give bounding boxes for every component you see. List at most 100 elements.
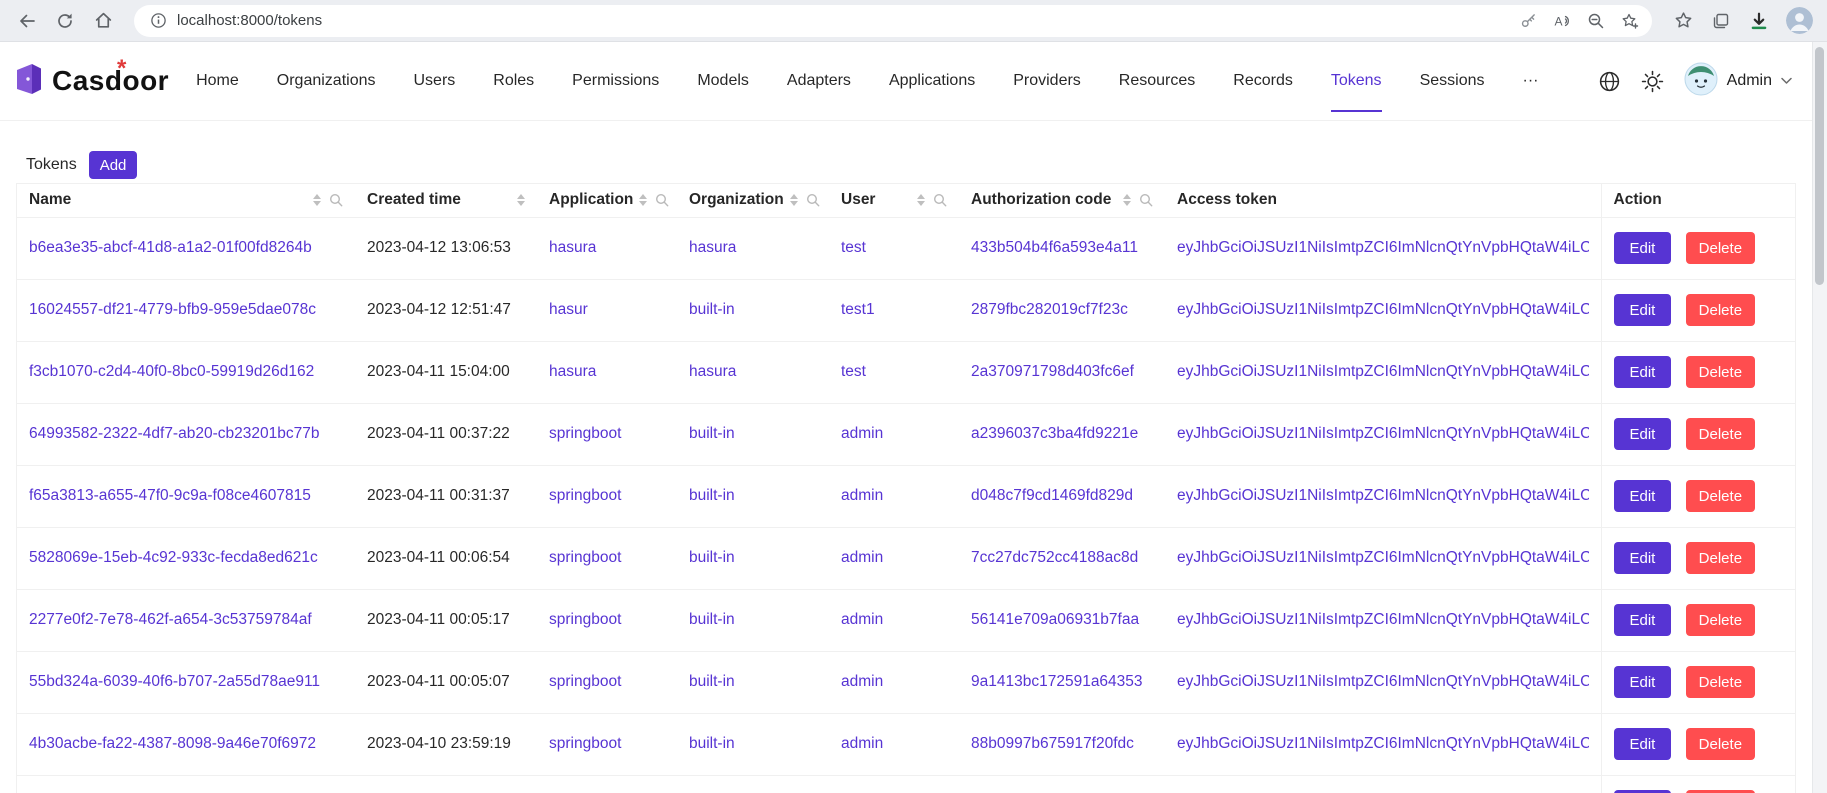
edit-button[interactable]: Edit: [1614, 666, 1672, 698]
token-name-link[interactable]: 16024557-df21-4779-bfb9-959e5dae078c: [29, 301, 316, 318]
token-name-link[interactable]: f3cb1070-c2d4-40f0-8bc0-59919d26d162: [29, 363, 314, 380]
account-menu[interactable]: Admin: [1684, 62, 1792, 101]
read-aloud-icon[interactable]: A: [1546, 5, 1578, 37]
token-access-token-link[interactable]: eyJhbGciOiJSUzI1NiIsImtpZCI6ImNlcnQtYnVp…: [1177, 487, 1589, 505]
download-icon[interactable]: [1742, 5, 1776, 37]
token-application-link[interactable]: hasura: [549, 363, 596, 380]
token-user-link[interactable]: test: [841, 239, 866, 256]
add-button[interactable]: Add: [89, 151, 138, 179]
nav-item-organizations[interactable]: Organizations: [258, 42, 395, 120]
token-authorization-code-link[interactable]: d048c7f9cd1469fd829d: [971, 487, 1133, 504]
token-user-link[interactable]: admin: [841, 673, 883, 690]
edit-button[interactable]: Edit: [1614, 542, 1672, 574]
scrollbar-thumb[interactable]: [1815, 47, 1824, 285]
nav-item-users[interactable]: Users: [394, 42, 474, 120]
token-user-link[interactable]: admin: [841, 425, 883, 442]
token-user-link[interactable]: admin: [841, 735, 883, 752]
nav-item-applications[interactable]: Applications: [870, 42, 994, 120]
delete-button[interactable]: Delete: [1686, 542, 1755, 574]
token-name-link[interactable]: 5828069e-15eb-4c92-933c-fecda8ed621c: [29, 549, 318, 566]
column-header-organization[interactable]: Organization: [677, 184, 829, 217]
collections-icon[interactable]: [1704, 5, 1738, 37]
token-authorization-code-link[interactable]: a2396037c3ba4fd9221e: [971, 425, 1138, 442]
token-name-link[interactable]: 55bd324a-6039-40f6-b707-2a55d78ae911: [29, 673, 320, 690]
back-button[interactable]: [10, 5, 44, 37]
edit-button[interactable]: Edit: [1614, 480, 1672, 512]
column-header-authorization-code[interactable]: Authorization code: [959, 184, 1165, 217]
edit-button[interactable]: Edit: [1614, 232, 1672, 264]
zoom-out-icon[interactable]: [1580, 5, 1612, 37]
nav-item-roles[interactable]: Roles: [474, 42, 553, 120]
token-user-link[interactable]: admin: [841, 549, 883, 566]
delete-button[interactable]: Delete: [1686, 418, 1755, 450]
page-scrollbar[interactable]: [1812, 42, 1827, 793]
delete-button[interactable]: Delete: [1686, 480, 1755, 512]
token-authorization-code-link[interactable]: 433b504b4f6a593e4a11: [971, 239, 1138, 256]
column-search-icon[interactable]: [933, 193, 947, 207]
token-application-link[interactable]: hasur: [549, 301, 588, 318]
nav-item-more[interactable]: ···: [1503, 42, 1557, 120]
delete-button[interactable]: Delete: [1686, 232, 1755, 264]
sort-icons[interactable]: [790, 194, 798, 206]
token-access-token-link[interactable]: eyJhbGciOiJSUzI1NiIsImtpZCI6ImNlcnQtYnVp…: [1177, 549, 1589, 567]
refresh-button[interactable]: [48, 5, 82, 37]
column-header-created-time[interactable]: Created time: [355, 184, 537, 217]
token-authorization-code-link[interactable]: 2879fbc282019cf7f23c: [971, 301, 1128, 318]
admin-name[interactable]: Admin: [1727, 72, 1772, 90]
token-access-token-link[interactable]: eyJhbGciOiJSUzI1NiIsImtpZCI6ImNlcnQtYnVp…: [1177, 301, 1589, 319]
token-application-link[interactable]: springboot: [549, 425, 621, 442]
sort-icons[interactable]: [917, 194, 925, 206]
token-access-token-link[interactable]: eyJhbGciOiJSUzI1NiIsImtpZCI6ImNlcnQtYnVp…: [1177, 611, 1589, 629]
sort-icons[interactable]: [639, 194, 647, 206]
delete-button[interactable]: Delete: [1686, 604, 1755, 636]
home-button[interactable]: [86, 5, 120, 37]
edit-button[interactable]: Edit: [1614, 728, 1672, 760]
token-authorization-code-link[interactable]: 2a370971798d403fc6ef: [971, 363, 1134, 380]
nav-item-models[interactable]: Models: [678, 42, 768, 120]
edit-button[interactable]: Edit: [1614, 356, 1672, 388]
column-search-icon[interactable]: [655, 193, 669, 207]
edit-button[interactable]: Edit: [1614, 294, 1672, 326]
token-name-link[interactable]: f65a3813-a655-47f0-9c9a-f08ce4607815: [29, 487, 311, 504]
password-key-icon[interactable]: [1512, 5, 1544, 37]
token-application-link[interactable]: springboot: [549, 673, 621, 690]
delete-button[interactable]: Delete: [1686, 728, 1755, 760]
column-header-application[interactable]: Application: [537, 184, 677, 217]
token-user-link[interactable]: test1: [841, 301, 875, 318]
token-user-link[interactable]: test: [841, 363, 866, 380]
delete-button[interactable]: Delete: [1686, 666, 1755, 698]
nav-item-records[interactable]: Records: [1214, 42, 1312, 120]
column-search-icon[interactable]: [1139, 193, 1153, 207]
nav-item-permissions[interactable]: Permissions: [553, 42, 678, 120]
token-organization-link[interactable]: hasura: [689, 239, 736, 256]
edit-button[interactable]: Edit: [1614, 418, 1672, 450]
favorites-icon[interactable]: [1666, 5, 1700, 37]
token-application-link[interactable]: hasura: [549, 239, 596, 256]
delete-button[interactable]: Delete: [1686, 294, 1755, 326]
token-organization-link[interactable]: built-in: [689, 425, 735, 442]
token-authorization-code-link[interactable]: 9a1413bc172591a64353: [971, 673, 1143, 690]
admin-avatar[interactable]: [1684, 62, 1718, 101]
token-organization-link[interactable]: built-in: [689, 487, 735, 504]
token-authorization-code-link[interactable]: 88b0997b675917f20fdc: [971, 735, 1134, 752]
token-access-token-link[interactable]: eyJhbGciOiJSUzI1NiIsImtpZCI6ImNlcnQtYnVp…: [1177, 735, 1589, 753]
token-access-token-link[interactable]: eyJhbGciOiJSUzI1NiIsImtpZCI6ImNlcnQtYnVp…: [1177, 673, 1589, 691]
token-organization-link[interactable]: hasura: [689, 363, 736, 380]
nav-item-sessions[interactable]: Sessions: [1401, 42, 1504, 120]
nav-item-providers[interactable]: Providers: [994, 42, 1100, 120]
add-favorite-icon[interactable]: [1614, 5, 1646, 37]
token-application-link[interactable]: springboot: [549, 487, 621, 504]
token-user-link[interactable]: admin: [841, 487, 883, 504]
token-organization-link[interactable]: built-in: [689, 549, 735, 566]
token-application-link[interactable]: springboot: [549, 549, 621, 566]
sort-icons[interactable]: [517, 194, 525, 206]
column-header-name[interactable]: Name: [17, 184, 355, 217]
token-name-link[interactable]: 2277e0f2-7e78-462f-a654-3c53759784af: [29, 611, 312, 628]
token-name-link[interactable]: b6ea3e35-abcf-41d8-a1a2-01f00fd8264b: [29, 239, 312, 256]
token-organization-link[interactable]: built-in: [689, 735, 735, 752]
token-authorization-code-link[interactable]: 7cc27dc752cc4188ac8d: [971, 549, 1138, 566]
theme-sun-icon[interactable]: [1641, 70, 1664, 93]
column-search-icon[interactable]: [806, 193, 820, 207]
token-authorization-code-link[interactable]: 56141e709a06931b7faa: [971, 611, 1139, 628]
language-globe-icon[interactable]: [1598, 70, 1621, 93]
